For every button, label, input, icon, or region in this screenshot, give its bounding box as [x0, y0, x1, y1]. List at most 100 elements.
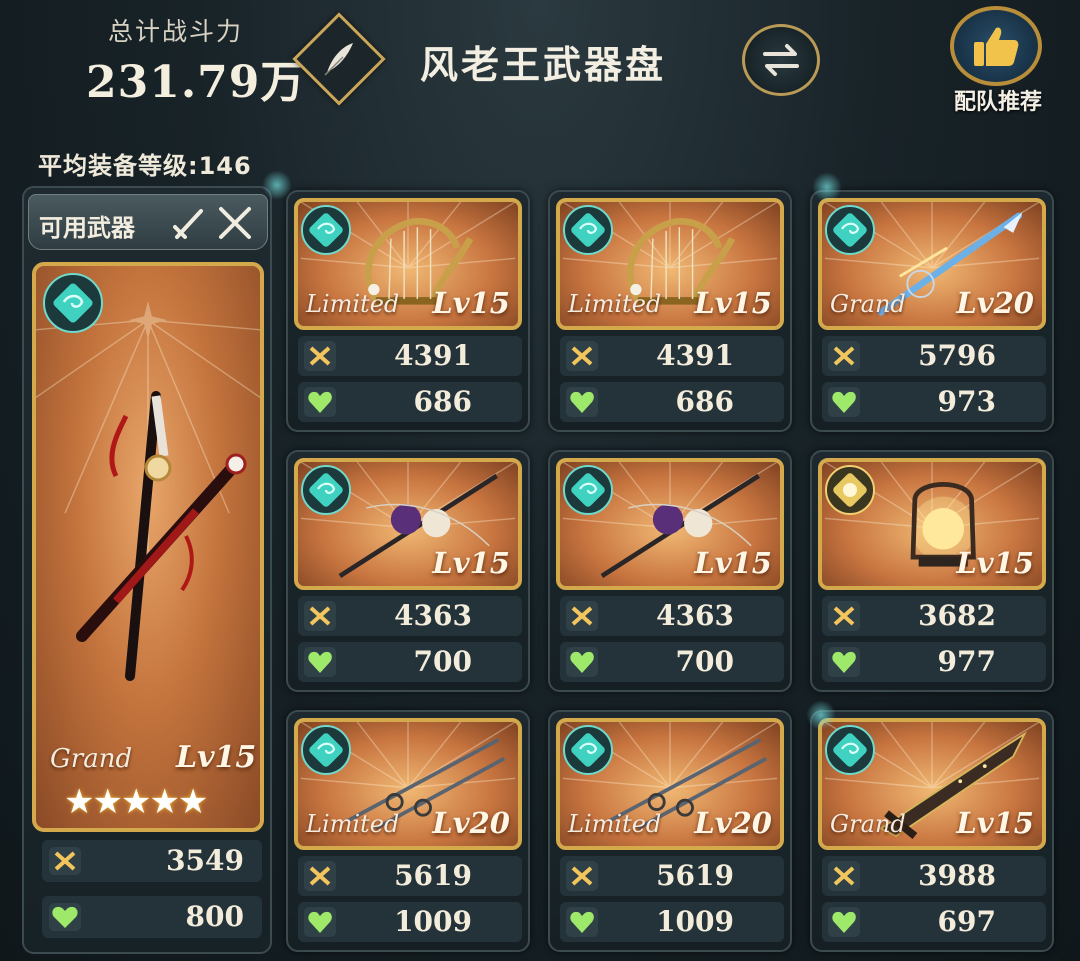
attack-swords-icon	[304, 601, 336, 631]
weapon-level: Lv15	[956, 806, 1034, 840]
featured-hp-value: 800	[185, 900, 244, 933]
attack-swords-icon	[566, 861, 598, 891]
weapon-art: Limited Lv15	[556, 198, 784, 330]
weapon-art: Lv15	[556, 458, 784, 590]
weapon-card[interactable]: Limited Lv20 5619 1009	[286, 710, 530, 952]
weapon-rarity: Grand	[830, 290, 906, 318]
weapon-attack-value: 3988	[918, 859, 996, 892]
weapon-hp-value: 973	[937, 385, 996, 418]
weapon-attack-value: 4391	[656, 339, 734, 372]
weapon-hp-row: 1009	[560, 902, 784, 942]
switch-board-button[interactable]	[742, 24, 820, 96]
weapon-card[interactable]: Grand Lv15 3988 697	[810, 710, 1054, 952]
weapon-level: Lv20	[694, 806, 772, 840]
weapon-attack-row: 5796	[822, 336, 1046, 376]
weapon-level: Lv15	[694, 286, 772, 320]
featured-attack-value: 3549	[166, 844, 244, 877]
featured-hp-row: 800	[42, 896, 262, 938]
weapon-hp-value: 700	[413, 645, 472, 678]
weapon-rarity: Limited	[306, 290, 400, 318]
weapon-card[interactable]: Grand Lv20 5796 973	[810, 190, 1054, 432]
weapon-card[interactable]: Limited Lv15 4391 686	[286, 190, 530, 432]
weapon-art: Lv15	[818, 458, 1046, 590]
weapon-rarity: Limited	[568, 290, 662, 318]
featured-star-rating: ★★★★★	[64, 782, 208, 822]
wind-element-icon	[563, 725, 613, 775]
featured-attack-row: 3549	[42, 840, 262, 882]
weapon-attack-value: 3682	[918, 599, 996, 632]
weapon-card[interactable]: Lv15 4363 700	[548, 450, 792, 692]
weapon-art: Limited Lv20	[556, 718, 784, 850]
heart-icon	[828, 387, 860, 417]
weapon-card[interactable]: Lv15 4363 700	[286, 450, 530, 692]
weapon-card[interactable]: Lv15 3682 977	[810, 450, 1054, 692]
wind-element-icon	[563, 465, 613, 515]
weapon-attack-value: 4363	[656, 599, 734, 632]
thumbs-up-icon	[950, 6, 1042, 86]
weapon-level: Lv15	[694, 546, 772, 580]
heart-icon	[49, 903, 81, 931]
weapon-card[interactable]: Limited Lv20 5619 1009	[548, 710, 792, 952]
wind-element-icon	[43, 273, 103, 333]
weapon-level: Lv15	[432, 546, 510, 580]
quill-icon	[324, 43, 353, 76]
weapon-rarity: Limited	[306, 810, 400, 838]
attack-swords-icon	[828, 601, 860, 631]
weapon-art: Limited Lv15	[294, 198, 522, 330]
attack-swords-icon	[828, 861, 860, 891]
weapon-level: Lv15	[432, 286, 510, 320]
weapon-art: Limited Lv20	[294, 718, 522, 850]
heart-icon	[304, 387, 336, 417]
weapon-hp-row: 686	[298, 382, 522, 422]
weapon-hp-value: 697	[937, 905, 996, 938]
weapon-attack-value: 4391	[394, 339, 472, 372]
weapon-attack-value: 5796	[918, 339, 996, 372]
weapon-attack-row: 4363	[560, 596, 784, 636]
weapon-attack-value: 4363	[394, 599, 472, 632]
weapon-level: Lv15	[956, 546, 1034, 580]
available-weapons-tab[interactable]: 可用武器	[28, 194, 268, 250]
sparkle-decoration	[806, 700, 836, 730]
weapon-rarity: Limited	[568, 810, 662, 838]
weapon-hp-row: 697	[822, 902, 1046, 942]
weapon-attack-value: 5619	[394, 859, 472, 892]
weapon-attack-row: 5619	[298, 856, 522, 896]
weapon-hp-value: 1009	[394, 905, 472, 938]
featured-rarity: Grand	[50, 744, 133, 774]
rename-button[interactable]	[292, 12, 386, 106]
light-element-icon	[825, 465, 875, 515]
attack-swords-icon	[304, 341, 336, 371]
available-weapons-panel: 可用武器 Grand Lv15 ★★★★★ 3549 800	[22, 186, 272, 954]
average-equipment-level: 平均装备等级:146	[38, 152, 252, 180]
weapon-attack-row: 3682	[822, 596, 1046, 636]
attack-swords-icon	[304, 861, 336, 891]
heart-icon	[304, 907, 336, 937]
weapon-hp-row: 1009	[298, 902, 522, 942]
weapon-hp-value: 700	[675, 645, 734, 678]
crossed-swords-icon	[219, 207, 251, 239]
attack-swords-icon	[49, 847, 81, 875]
wind-element-icon	[301, 205, 351, 255]
weapon-attack-row: 5619	[560, 856, 784, 896]
total-power-value: 231.79万	[86, 57, 306, 108]
heart-icon	[828, 907, 860, 937]
featured-weapon-card[interactable]: Grand Lv15 ★★★★★	[32, 262, 264, 832]
weapon-card[interactable]: Limited Lv15 4391 686	[548, 190, 792, 432]
page-title: 风老王武器盘	[420, 43, 667, 87]
team-recommend-button[interactable]: 配队推荐	[942, 4, 1054, 115]
attack-swords-icon	[566, 341, 598, 371]
team-recommend-label: 配队推荐	[953, 90, 1042, 115]
wind-element-icon	[563, 205, 613, 255]
weapon-art: Grand Lv20	[818, 198, 1046, 330]
weapon-hp-row: 686	[560, 382, 784, 422]
heart-icon	[566, 907, 598, 937]
weapon-art: Grand Lv15	[818, 718, 1046, 850]
weapon-hp-row: 700	[560, 642, 784, 682]
sparkle-decoration	[812, 172, 842, 202]
weapon-attack-row: 3988	[822, 856, 1046, 896]
weapon-attack-row: 4363	[298, 596, 522, 636]
featured-level: Lv15	[176, 740, 257, 775]
heart-icon	[566, 387, 598, 417]
available-weapons-label: 可用武器	[39, 214, 135, 242]
wind-element-icon	[301, 725, 351, 775]
